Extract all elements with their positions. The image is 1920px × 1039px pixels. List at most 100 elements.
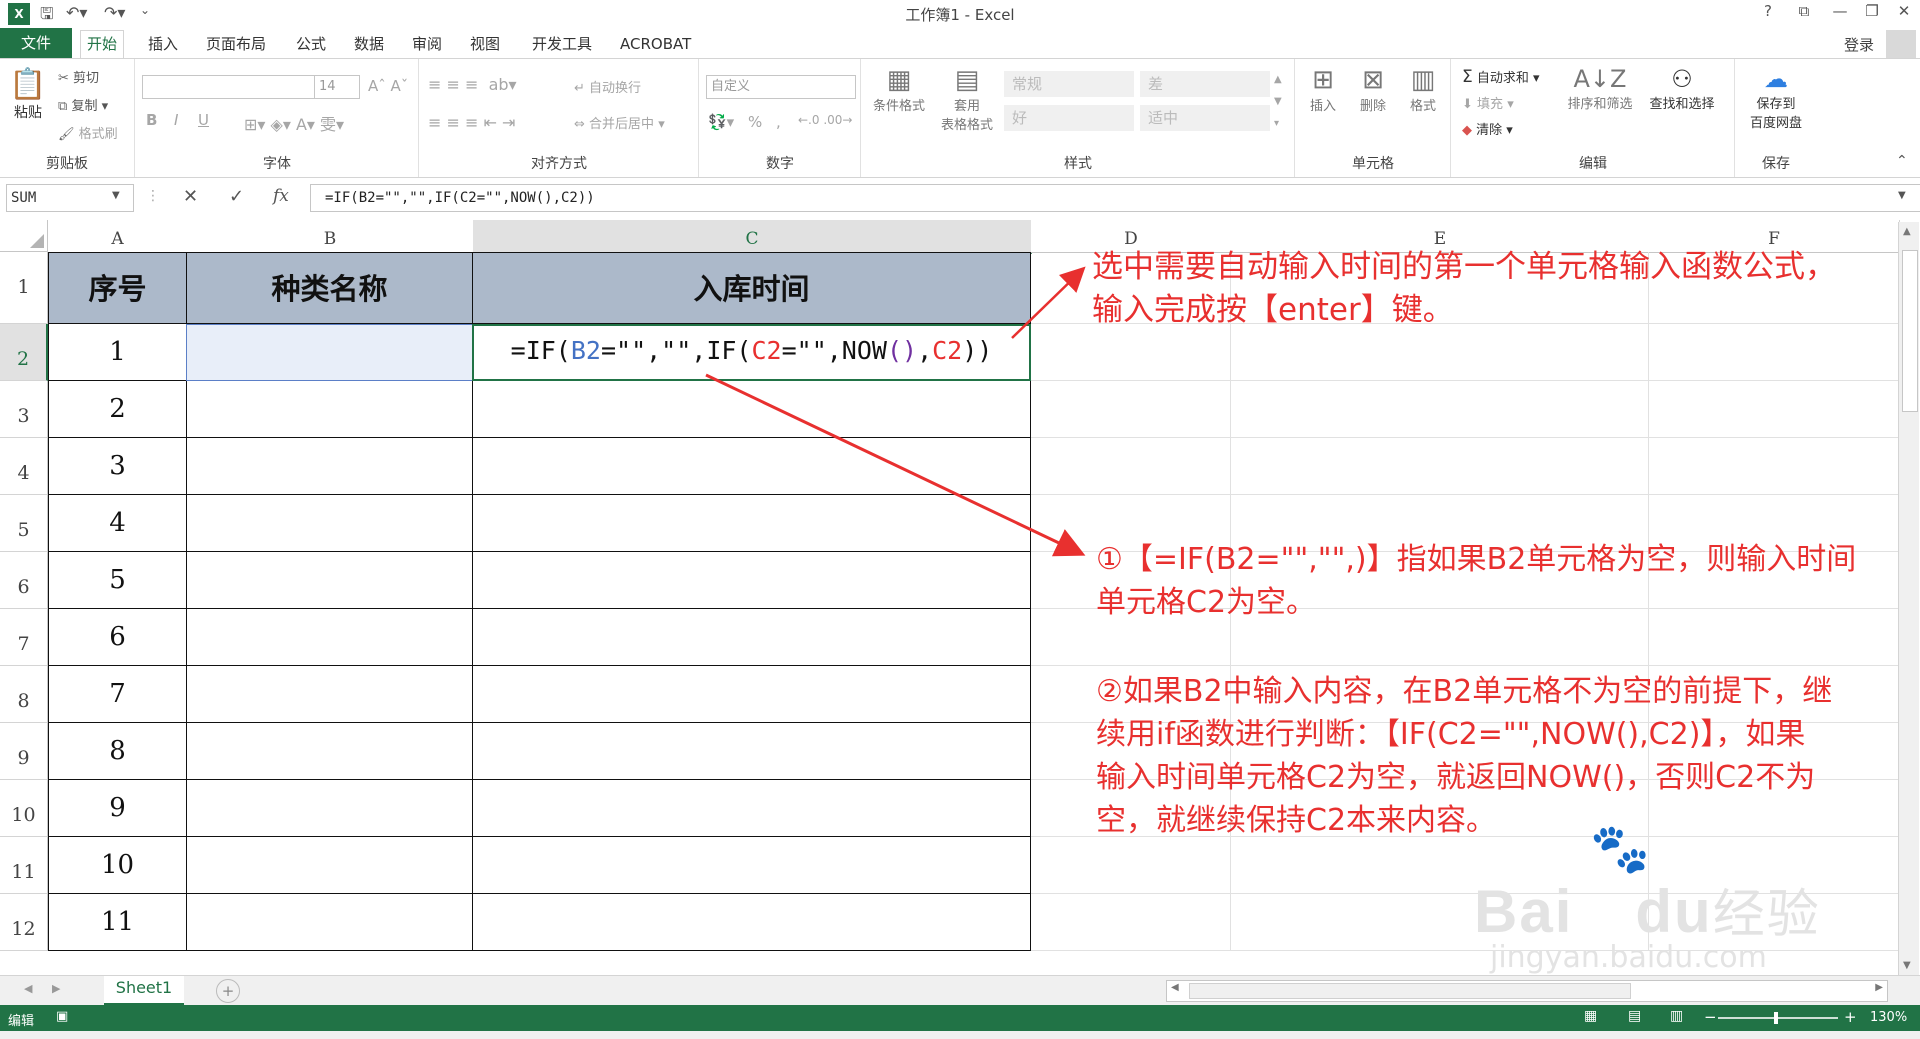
tab-developer[interactable]: 开发工具 — [526, 32, 598, 56]
insert-cells-button[interactable]: ⊞ 插入 — [1300, 65, 1346, 114]
scroll-up-icon[interactable]: ▲ — [1903, 226, 1911, 237]
close-button[interactable]: ✕ — [1890, 2, 1918, 24]
sort-filter-button[interactable]: A↓Z 排序和筛选 — [1560, 65, 1640, 112]
vertical-scrollbar[interactable]: ▲ ▼ — [1898, 222, 1919, 975]
horizontal-scroll-thumb[interactable] — [1189, 983, 1631, 999]
underline-button[interactable]: U — [198, 111, 209, 129]
normal-view-icon[interactable]: ▦ — [1584, 1008, 1597, 1024]
style-bad[interactable]: 差 — [1140, 71, 1270, 97]
vertical-scroll-thumb[interactable] — [1902, 250, 1918, 412]
status-mode: 编辑 — [8, 1014, 35, 1029]
scroll-down-icon[interactable]: ▼ — [1903, 960, 1911, 971]
sort-icon: A↓Z — [1573, 65, 1627, 93]
style-normal[interactable]: 常规 — [1004, 71, 1134, 97]
tab-formulas[interactable]: 公式 — [290, 32, 332, 56]
format-as-table-button[interactable]: ▤ 套用 表格格式 — [932, 65, 1002, 133]
merge-center-button[interactable]: ⇔ 合并后居中 ▾ — [574, 113, 665, 132]
left-align-icon[interactable]: ≡ ≡ ≡ ⇤ ⇥ — [428, 113, 515, 132]
expand-formula-icon[interactable]: ▼ — [1898, 190, 1906, 201]
decimal-icon[interactable]: ←.0 .00→ — [798, 113, 852, 127]
save-baidu-label-2: 百度网盘 — [1749, 116, 1802, 131]
help-button[interactable]: ? — [1754, 2, 1782, 24]
scroll-right-icon[interactable]: ▶ — [1875, 982, 1883, 993]
fill-button[interactable]: ⬇ 填充 ▾ — [1462, 93, 1514, 112]
format-cells-button[interactable]: ▥ 格式 — [1400, 65, 1446, 114]
taskbar-strip — [0, 1031, 1920, 1039]
maximize-button[interactable]: ❐ — [1858, 2, 1886, 24]
horizontal-scrollbar[interactable]: ◀ ▶ — [1166, 980, 1888, 1002]
formula-buttons: ✕ ✓ fx — [175, 184, 309, 210]
copy-button[interactable]: ⧉ 复制 ▾ — [58, 95, 108, 114]
binoculars-icon: ⚇ — [1671, 65, 1693, 93]
new-sheet-button[interactable]: + — [216, 979, 240, 1003]
zoom-slider[interactable] — [1718, 1012, 1838, 1024]
formula-bar: SUM ▼ ⋮ ✕ ✓ fx =IF(B2="","",IF(C2="",NOW… — [0, 178, 1920, 218]
tab-insert[interactable]: 插入 — [142, 32, 184, 56]
autosum-button[interactable]: Σ 自动求和 ▾ — [1462, 67, 1540, 87]
top-align-icon[interactable]: ≡ ≡ ≡ ab▾ — [428, 75, 517, 94]
zoom-out-icon[interactable]: − — [1704, 1008, 1717, 1026]
paste-button[interactable]: 📋 粘贴 — [8, 67, 48, 122]
minimize-button[interactable]: — — [1826, 2, 1854, 24]
name-box-dropdown-icon[interactable]: ▼ — [112, 190, 120, 201]
conditional-format-button[interactable]: ▦ 条件格式 — [866, 65, 932, 114]
cut-button[interactable]: ✂ 剪切 — [58, 67, 99, 86]
clear-label: 清除 — [1476, 123, 1503, 138]
page-layout-view-icon[interactable]: ▤ — [1628, 1008, 1641, 1024]
italic-button[interactable]: I — [174, 111, 178, 129]
macro-record-icon[interactable]: ▣ — [56, 1009, 68, 1024]
insert-function-icon[interactable]: fx — [273, 186, 289, 206]
delete-cells-button[interactable]: ⊠ 删除 — [1350, 65, 1396, 114]
save-group-label: 保存 — [1762, 156, 1790, 172]
styles-scroll-icon[interactable]: ▲ ▼ ▾ — [1274, 69, 1282, 135]
fill-label: 填充 — [1477, 97, 1504, 112]
enter-icon[interactable]: ✓ — [229, 186, 244, 207]
login-link[interactable]: 登录 — [1844, 34, 1874, 55]
save-baidu-button[interactable]: ☁ 保存到 百度网盘 — [1736, 65, 1816, 131]
title-bar: X 🖫 ↶▾ ↷▾ ⌄ 工作簿1 - Excel ? ⧉ — ❐ ✕ — [0, 0, 1920, 28]
page-break-view-icon[interactable]: ▥ — [1670, 1008, 1683, 1024]
clear-button[interactable]: ◆ 清除 ▾ — [1462, 119, 1513, 138]
tab-review[interactable]: 审阅 — [406, 32, 448, 56]
sheet-tab-bar: ◀ ▶ Sheet1 + ◀ ▶ — [0, 975, 1920, 1006]
zoom-in-icon[interactable]: + — [1844, 1008, 1857, 1026]
tab-data[interactable]: 数据 — [348, 32, 390, 56]
number-format-combo[interactable]: 自定义 — [706, 75, 856, 99]
prev-sheet-icon[interactable]: ◀ — [24, 982, 32, 995]
bold-button[interactable]: B — [146, 111, 157, 129]
tab-home[interactable]: 开始 — [80, 30, 125, 59]
tab-acrobat[interactable]: ACROBAT — [614, 32, 697, 56]
alignment-group: ≡ ≡ ≡ ab▾ ≡ ≡ ≡ ⇤ ⇥ ↵ 自动换行 ⇔ 合并后居中 ▾ 对齐方… — [420, 59, 699, 177]
number-group: 自定义 💱▾ % , ←.0 .00→ 数字 — [700, 59, 861, 177]
tab-page-layout[interactable]: 页面布局 — [200, 32, 272, 56]
style-neutral[interactable]: 适中 — [1140, 105, 1270, 131]
percent-button[interactable]: % — [748, 113, 762, 131]
avatar[interactable] — [1886, 30, 1916, 58]
wrap-text-button[interactable]: ↵ 自动换行 — [574, 77, 641, 96]
font-size-combo[interactable]: 14 — [314, 75, 360, 99]
border-icon[interactable]: ⊞▾ ◈▾ A▾ 雯▾ — [244, 111, 344, 135]
tab-view[interactable]: 视图 — [464, 32, 506, 56]
grow-font-icon[interactable]: Aˆ Aˇ — [368, 77, 408, 95]
formula-input[interactable]: =IF(B2="","",IF(C2="",NOW(),C2)) — [310, 184, 1920, 212]
tab-file[interactable]: 文件 — [0, 28, 72, 58]
worksheet: A B C D E F 1 2 3 4 5 6 7 8 9 10 11 12 序号 种类名称 入库时间 1 2… — [0, 220, 1900, 975]
ribbon-display-button[interactable]: ⧉ — [1790, 2, 1818, 24]
zoom-level[interactable]: 130% — [1870, 1010, 1907, 1025]
comma-button[interactable]: , — [776, 113, 781, 131]
format-icon: ▥ — [1410, 65, 1436, 95]
scroll-left-icon[interactable]: ◀ — [1171, 982, 1179, 993]
formula-bar-splitter-icon[interactable]: ⋮ — [146, 188, 160, 204]
insert-label: 插入 — [1309, 99, 1336, 114]
cancel-icon[interactable]: ✕ — [183, 186, 198, 207]
collapse-ribbon-icon[interactable]: ⌃ — [1896, 153, 1908, 169]
style-good[interactable]: 好 — [1004, 105, 1134, 131]
next-sheet-icon[interactable]: ▶ — [52, 982, 60, 995]
zoom-slider-thumb[interactable] — [1774, 1012, 1778, 1024]
styles-group: ▦ 条件格式 ▤ 套用 表格格式 常规 差 好 适中 ▲ ▼ ▾ 样式 — [862, 59, 1295, 177]
font-name-combo[interactable] — [142, 75, 316, 99]
currency-icon[interactable]: 💱▾ — [708, 113, 734, 131]
find-select-button[interactable]: ⚇ 查找和选择 — [1640, 65, 1724, 112]
format-painter-button[interactable]: 🖌 格式刷 — [58, 123, 118, 142]
sheet-tab-sheet1[interactable]: Sheet1 — [104, 976, 184, 1006]
